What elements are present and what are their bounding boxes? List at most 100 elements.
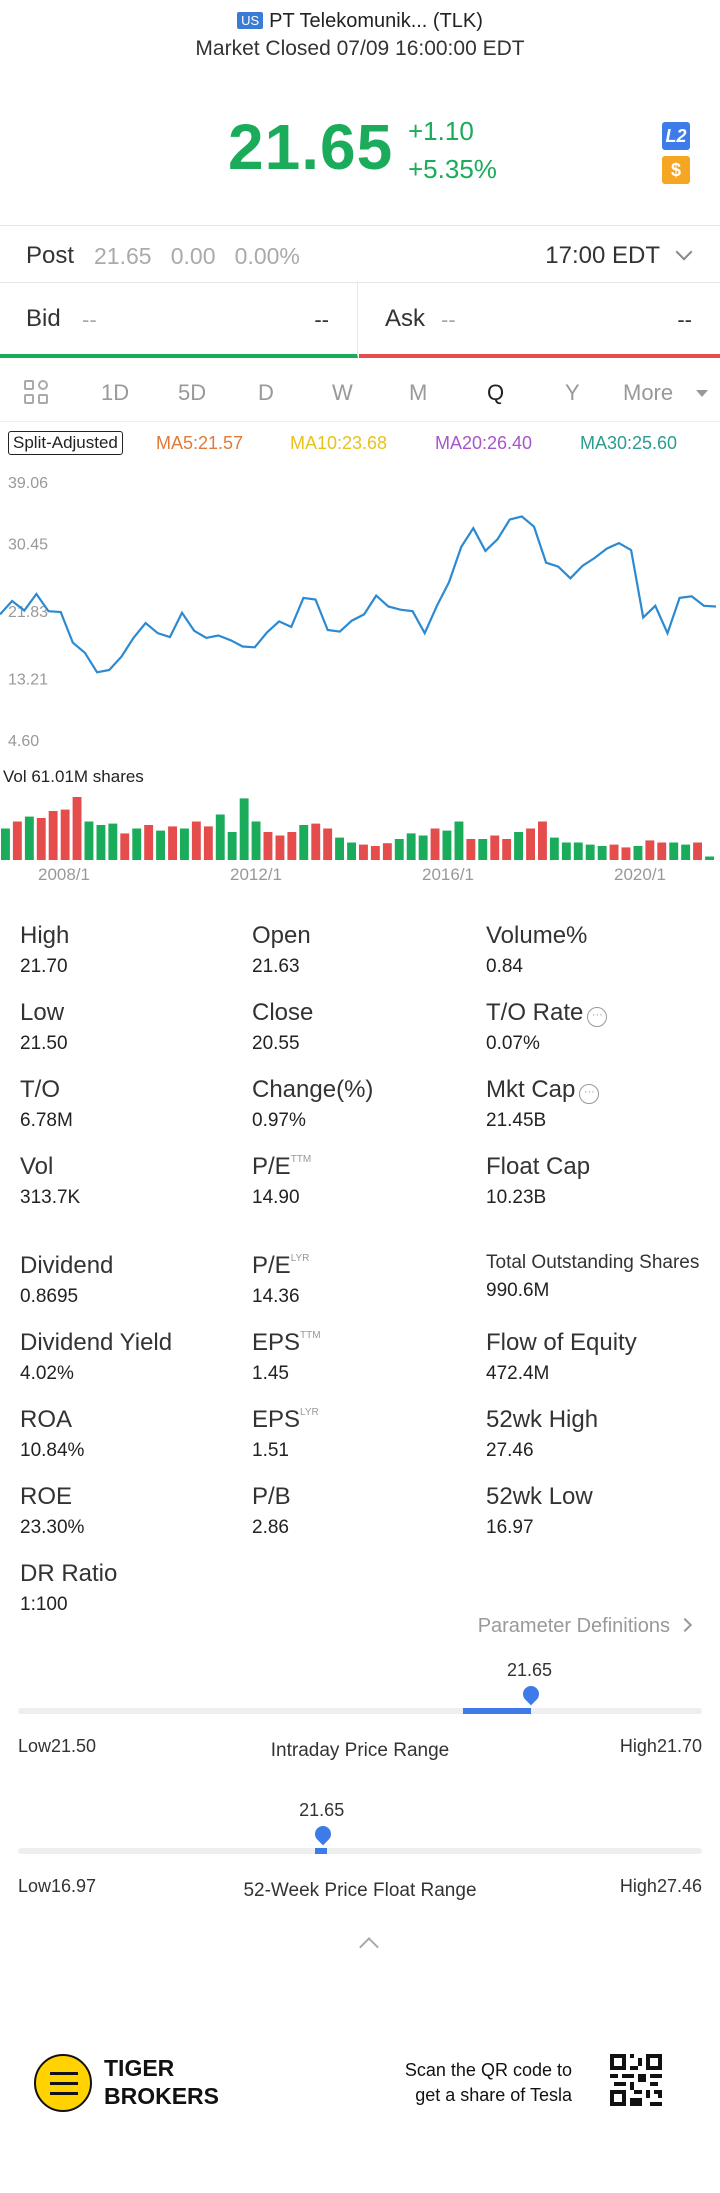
stat-item: Close 20.55 bbox=[252, 999, 313, 1055]
week52-fill bbox=[315, 1848, 328, 1854]
week52-current-price: 21.65 bbox=[299, 1800, 345, 1820]
chart-layout-icon[interactable] bbox=[24, 380, 50, 406]
chevron-up-icon[interactable] bbox=[359, 1937, 379, 1957]
tab-more[interactable]: More bbox=[623, 380, 673, 406]
stat-item: Dividend 0.8695 bbox=[20, 1252, 113, 1308]
post-market-row[interactable]: Post 21.65 0.00 0.00% 17:00 EDT bbox=[0, 225, 720, 283]
volume-bar bbox=[1, 828, 10, 860]
volume-bar bbox=[406, 833, 416, 860]
last-price: 21.65 bbox=[228, 111, 394, 183]
stat-label-suffix: LYR bbox=[290, 1253, 310, 1264]
week52-high: High27.46 bbox=[619, 1876, 702, 1896]
volume-bar bbox=[120, 833, 130, 860]
price-line bbox=[0, 515, 717, 674]
stat-value: 21.70 bbox=[20, 956, 68, 977]
stat-item: EPSTTM 1.45 bbox=[252, 1329, 321, 1385]
volume-bar bbox=[597, 846, 607, 860]
tab-d[interactable]: D bbox=[258, 380, 274, 406]
stat-label: 52wk High bbox=[486, 1406, 599, 1433]
qr-promo-line2: get a share of Tesla bbox=[415, 2085, 572, 2105]
tab-q[interactable]: Q bbox=[487, 380, 504, 406]
volume-bar bbox=[48, 811, 58, 860]
level2-icon[interactable]: L2 bbox=[662, 122, 690, 150]
stat-value: 14.90 bbox=[252, 1187, 300, 1208]
stat-item: Total Outstanding Shares 990.6M bbox=[486, 1252, 699, 1302]
volume-bar bbox=[251, 821, 261, 860]
intraday-title: Intraday Price Range bbox=[270, 1740, 450, 1761]
stat-value: 10.84% bbox=[20, 1440, 85, 1461]
volume-bar bbox=[657, 842, 667, 860]
volume-bar bbox=[132, 828, 142, 860]
stat-item: High 21.70 bbox=[20, 922, 69, 978]
stat-label: Total Outstanding Shares bbox=[486, 1252, 700, 1273]
info-icon[interactable]: ··· bbox=[587, 1007, 608, 1027]
chart-canvas[interactable]: 39.0630.4521.8313.214.60Vol 61.01M share… bbox=[0, 462, 720, 882]
stock-title: US PT Telekomunik... (TLK) bbox=[0, 10, 720, 33]
volume-bar bbox=[215, 814, 225, 860]
tab-w[interactable]: W bbox=[332, 380, 353, 406]
bid-panel: Bid -- -- bbox=[0, 283, 358, 358]
dollar-icon[interactable]: $ bbox=[662, 156, 690, 184]
bid-label: Bid bbox=[26, 305, 61, 332]
stat-label: P/ETTM bbox=[252, 1153, 312, 1180]
market-status: Market Closed 07/09 16:00:00 EDT bbox=[195, 37, 525, 60]
stat-label: Close bbox=[252, 999, 314, 1026]
parameter-definitions-link[interactable]: Parameter Definitions bbox=[478, 1615, 693, 1638]
stat-value: 0.84 bbox=[486, 956, 523, 977]
stat-value: 0.07% bbox=[486, 1033, 540, 1054]
stat-label: Float Cap bbox=[486, 1153, 591, 1180]
ask-panel: Ask -- -- bbox=[359, 283, 720, 358]
stat-item: T/O Rate ··· 0.07% bbox=[486, 999, 608, 1055]
stat-label: P/B bbox=[252, 1483, 291, 1510]
stat-item: Flow of Equity 472.4M bbox=[486, 1329, 637, 1385]
volume-bar bbox=[36, 818, 46, 860]
stat-value: 14.36 bbox=[252, 1286, 300, 1307]
stat-label: Mkt Cap ··· bbox=[486, 1076, 600, 1104]
stat-label: 52wk Low bbox=[486, 1483, 593, 1510]
market-badge: US bbox=[237, 12, 264, 29]
quote-header: US PT Telekomunik... (TLK) Market Closed … bbox=[0, 0, 720, 70]
ask-price: -- bbox=[441, 307, 456, 332]
stat-value: 472.4M bbox=[486, 1363, 550, 1384]
stat-value: 0.8695 bbox=[20, 1286, 79, 1307]
brand-line2: BROKERS bbox=[104, 2083, 220, 2109]
volume-bar bbox=[478, 839, 488, 860]
x-tick-label: 2008/1 bbox=[38, 865, 90, 882]
volume-bar bbox=[502, 839, 512, 860]
price-chart[interactable]: 39.06 30.45 21.83 13.21 4.60 Vol 61.01M share… bbox=[0, 462, 720, 882]
ma20-label: MA20:26.40 bbox=[435, 433, 533, 453]
chevron-down-icon[interactable] bbox=[675, 243, 693, 261]
volume-bar bbox=[203, 826, 213, 860]
split-adjusted-toggle[interactable]: Split-Adjusted bbox=[8, 431, 123, 455]
stat-item: Vol 313.7K bbox=[20, 1153, 80, 1209]
volume-bar bbox=[311, 823, 321, 860]
stat-label: Flow of Equity bbox=[486, 1329, 637, 1356]
stat-label: Open bbox=[252, 922, 311, 949]
info-icon[interactable]: ··· bbox=[579, 1084, 600, 1104]
volume-bar bbox=[681, 844, 691, 860]
x-tick-label: 2012/1 bbox=[230, 865, 282, 882]
stat-value: 21.63 bbox=[252, 956, 300, 977]
qr-promo-text: Scan the QR code to get a share of Tesla bbox=[380, 2058, 572, 2108]
period-tabs: 1D 5D D W M Q Y More bbox=[0, 362, 720, 422]
volume-bar bbox=[669, 842, 679, 860]
stat-label: Volume% bbox=[486, 922, 588, 949]
stat-label: Vol bbox=[20, 1153, 54, 1180]
ma5-label: MA5:21.57 bbox=[156, 433, 244, 453]
more-dropdown-icon[interactable] bbox=[696, 390, 708, 397]
stat-item: Mkt Cap ··· 21.45B bbox=[486, 1076, 600, 1132]
tab-m[interactable]: M bbox=[409, 380, 427, 406]
volume-bar bbox=[287, 832, 297, 860]
footer-banner[interactable]: TIGER BROKERS Scan the QR code to get a … bbox=[0, 2040, 720, 2140]
post-label: Post bbox=[26, 242, 75, 269]
stat-item: Dividend Yield 4.02% bbox=[20, 1329, 172, 1385]
volume-bar bbox=[144, 825, 154, 860]
volume-bar bbox=[12, 821, 22, 860]
ask-size: -- bbox=[677, 307, 692, 332]
tab-5d[interactable]: 5D bbox=[178, 380, 206, 406]
stat-value: 0.97% bbox=[252, 1110, 306, 1131]
tab-1d[interactable]: 1D bbox=[101, 380, 129, 406]
stat-label: T/O Rate ··· bbox=[486, 999, 608, 1027]
tab-y[interactable]: Y bbox=[565, 380, 580, 406]
stat-value: 4.02% bbox=[20, 1363, 74, 1384]
